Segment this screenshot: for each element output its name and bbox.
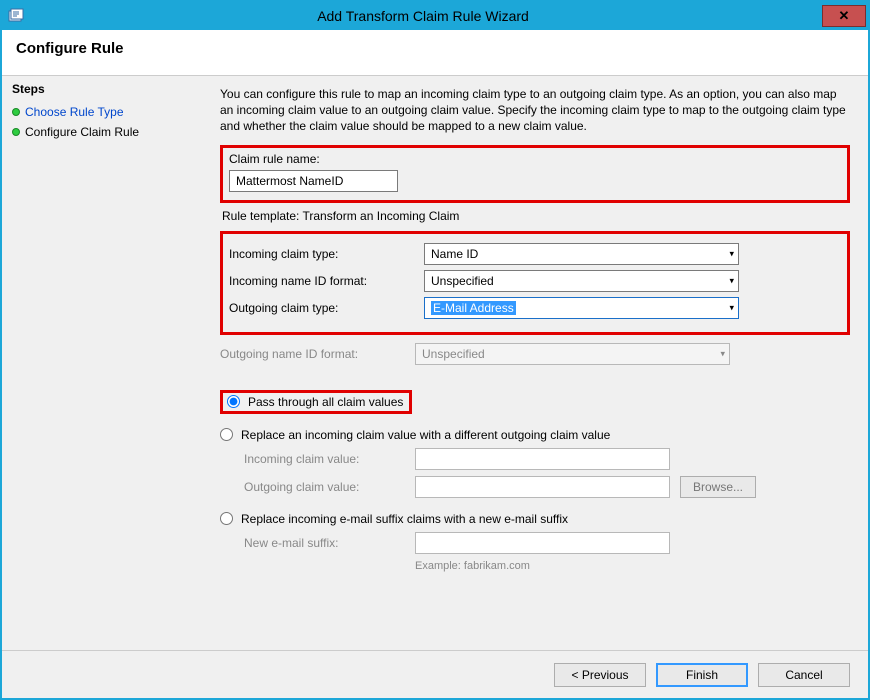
outgoing-claim-value-input (415, 476, 670, 498)
highlight-rule-name: Claim rule name: (220, 145, 850, 203)
step-configure-claim-rule[interactable]: Configure Claim Rule (12, 122, 200, 142)
radio-replace-suffix-row: Replace incoming e-mail suffix claims wi… (220, 512, 850, 526)
close-icon: ✕ (839, 8, 850, 24)
previous-button[interactable]: < Previous (554, 663, 646, 687)
wizard-window: Add Transform Claim Rule Wizard ✕ Config… (0, 0, 870, 700)
row-incoming-type: Incoming claim type: Name ID ▾ (229, 243, 841, 265)
outgoing-type-combo[interactable]: E-Mail Address ▾ (424, 297, 739, 319)
step-label: Configure Claim Rule (25, 125, 139, 139)
steps-sidebar: Steps Choose Rule Type Configure Claim R… (2, 76, 210, 650)
rule-template-text: Rule template: Transform an Incoming Cla… (222, 209, 850, 223)
combo-value: E-Mail Address (431, 301, 516, 315)
chevron-down-icon: ▾ (729, 275, 734, 286)
new-suffix-label: New e-mail suffix: (244, 536, 415, 550)
cancel-button[interactable]: Cancel (758, 663, 850, 687)
incoming-type-combo[interactable]: Name ID ▾ (424, 243, 739, 265)
incoming-claim-value-input (415, 448, 670, 470)
incoming-claim-value-label: Incoming claim value: (244, 452, 415, 466)
row-outgoing-claim-value: Outgoing claim value: Browse... (244, 476, 850, 498)
combo-value: Unspecified (422, 347, 485, 361)
chevron-down-icon: ▾ (720, 348, 725, 359)
highlight-pass-through: Pass through all claim values (220, 390, 412, 414)
radio-replace-value-row: Replace an incoming claim value with a d… (220, 428, 850, 442)
radio-replace-suffix[interactable] (220, 512, 233, 525)
window-title: Add Transform Claim Rule Wizard (24, 8, 822, 24)
main-panel: You can configure this rule to map an in… (210, 76, 868, 650)
outgoing-type-label: Outgoing claim type: (229, 301, 424, 315)
steps-heading: Steps (12, 82, 200, 96)
page-header: Configure Rule (2, 30, 868, 76)
step-choose-rule-type[interactable]: Choose Rule Type (12, 102, 200, 122)
step-label[interactable]: Choose Rule Type (25, 105, 124, 119)
row-new-suffix: New e-mail suffix: (244, 532, 850, 554)
radio-pass-through[interactable] (227, 395, 240, 408)
radio-label: Pass through all claim values (248, 395, 403, 409)
outgoing-claim-value-label: Outgoing claim value: (244, 480, 415, 494)
example-hint: Example: fabrikam.com (415, 560, 850, 572)
new-suffix-input (415, 532, 670, 554)
page-title: Configure Rule (16, 40, 854, 57)
radio-pass-through-row: Pass through all claim values (220, 390, 850, 414)
footer: < Previous Finish Cancel (2, 650, 868, 698)
incoming-type-label: Incoming claim type: (229, 247, 424, 261)
row-incoming-claim-value: Incoming claim value: (244, 448, 850, 470)
body: Steps Choose Rule Type Configure Claim R… (2, 76, 868, 650)
titlebar: Add Transform Claim Rule Wizard ✕ (2, 2, 868, 30)
combo-value: Name ID (431, 247, 478, 261)
outgoing-format-combo: Unspecified ▾ (415, 343, 730, 365)
browse-button: Browse... (680, 476, 756, 498)
radio-replace-value[interactable] (220, 428, 233, 441)
app-icon (8, 8, 24, 24)
row-outgoing-type: Outgoing claim type: E-Mail Address ▾ (229, 297, 841, 319)
highlight-claim-mapping: Incoming claim type: Name ID ▾ Incoming … (220, 231, 850, 335)
incoming-format-label: Incoming name ID format: (229, 274, 424, 288)
chevron-down-icon: ▾ (729, 302, 734, 313)
rule-name-input[interactable] (229, 170, 398, 192)
incoming-format-combo[interactable]: Unspecified ▾ (424, 270, 739, 292)
row-incoming-format: Incoming name ID format: Unspecified ▾ (229, 270, 841, 292)
rule-name-label: Claim rule name: (229, 152, 841, 166)
finish-button[interactable]: Finish (656, 663, 748, 687)
description-text: You can configure this rule to map an in… (220, 86, 850, 135)
radio-label: Replace an incoming claim value with a d… (241, 428, 610, 442)
step-bullet-icon (12, 108, 20, 116)
combo-value: Unspecified (431, 274, 494, 288)
outgoing-format-label: Outgoing name ID format: (220, 347, 415, 361)
step-bullet-icon (12, 128, 20, 136)
row-outgoing-format: Outgoing name ID format: Unspecified ▾ (220, 343, 850, 365)
close-button[interactable]: ✕ (822, 5, 866, 27)
radio-label: Replace incoming e-mail suffix claims wi… (241, 512, 568, 526)
chevron-down-icon: ▾ (729, 248, 734, 259)
